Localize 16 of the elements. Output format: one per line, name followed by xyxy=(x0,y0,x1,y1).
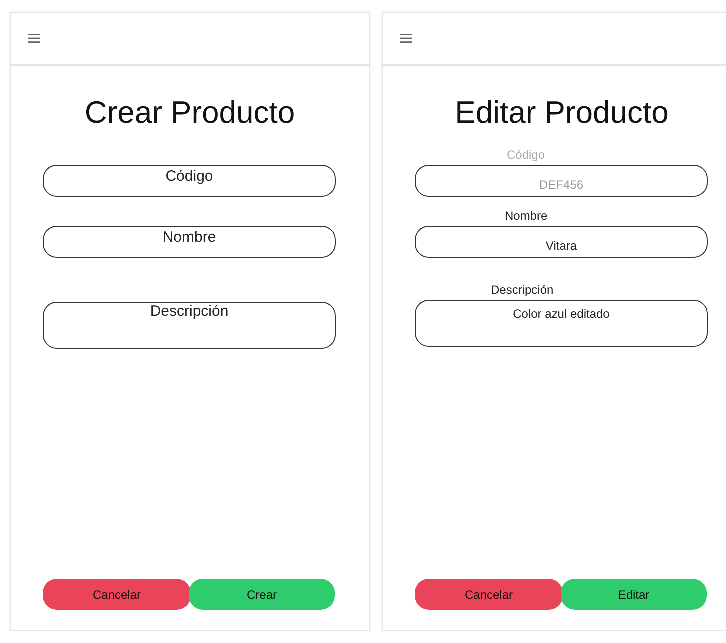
cancel-button[interactable]: Cancelar xyxy=(43,579,191,610)
cancel-button[interactable]: Cancelar xyxy=(415,579,563,610)
submit-button[interactable]: Editar xyxy=(561,579,707,610)
field-label: Nombre xyxy=(505,209,548,223)
input-field[interactable]: Color azul editado xyxy=(415,300,708,347)
input-field[interactable]: Código xyxy=(43,165,336,197)
field-label: Código xyxy=(507,148,546,162)
menu-icon[interactable] xyxy=(28,34,40,43)
input-field[interactable]: Descripción xyxy=(43,302,336,349)
page-title: Editar Producto xyxy=(454,95,670,131)
submit-button[interactable]: Crear xyxy=(189,579,335,610)
page-title: Crear Producto xyxy=(84,95,296,131)
menu-icon[interactable] xyxy=(400,34,412,43)
input-field[interactable]: Nombre xyxy=(43,226,336,258)
input-field[interactable]: Vitara xyxy=(415,226,708,258)
field-label: Descripción xyxy=(491,283,554,297)
